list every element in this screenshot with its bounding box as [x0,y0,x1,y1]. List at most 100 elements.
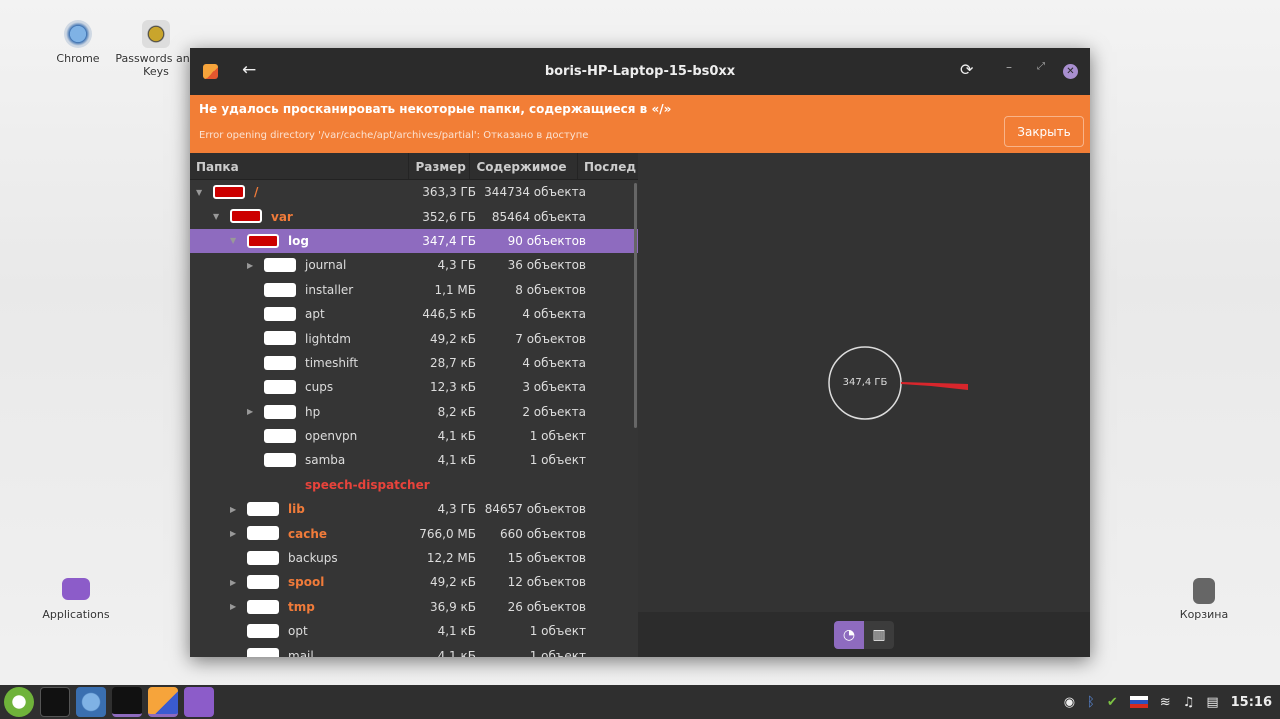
folder-size: 36,9 кБ [429,599,476,614]
folder-name: / [254,185,259,200]
folder-color-icon [264,404,296,419]
refresh-button[interactable]: ⟳ [960,60,973,79]
folder-color-icon [247,648,279,657]
desktop-icon-chrome[interactable]: Chrome [33,20,123,65]
menu-button[interactable] [4,687,34,717]
column-header-modified[interactable]: Послед [578,153,638,179]
expander-closed-icon[interactable]: ▶ [230,578,236,587]
scrollbar[interactable] [634,183,637,428]
ring-chart-view-button[interactable]: ◔ [834,621,864,649]
column-header-size[interactable]: Размер [409,153,471,179]
table-row[interactable]: ▼ / 363,3 ГБ 344734 объекта [190,180,638,204]
table-row[interactable]: ▶ tmp 36,9 кБ 26 объектов [190,595,638,619]
table-row[interactable]: opt 4,1 кБ 1 объект [190,619,638,643]
table-row[interactable]: ▶ spool 49,2 кБ 12 объектов [190,570,638,594]
keyboard-layout-flag-icon[interactable] [1129,696,1148,708]
table-row[interactable]: samba 4,1 кБ 1 объект [190,448,638,472]
error-detail: Error opening directory '/var/cache/apt/… [199,130,589,141]
folder-contents: 660 объектов [500,526,586,541]
folder-size: 12,3 кБ [429,380,476,395]
desktop-icon-passwords[interactable]: Passwords and Keys [111,20,201,78]
treemap-view-button[interactable]: ▥ [864,621,894,649]
security-shield-icon[interactable]: ✔ [1107,695,1118,710]
expander-closed-icon[interactable]: ▶ [230,529,236,538]
folder-name: log [288,233,309,248]
expander-open-icon[interactable]: ▼ [230,236,236,245]
folder-contents: 1 объект [529,453,586,468]
table-row[interactable]: ▶ hp 8,2 кБ 2 объекта [190,400,638,424]
column-headers: Папка Размер Содержимое Послед [190,153,638,180]
column-header-contents[interactable]: Содержимое [470,153,578,179]
close-window-button[interactable]: ✕ [1063,64,1078,79]
expander-open-icon[interactable]: ▼ [213,212,219,221]
folder-contents: 36 объектов [507,258,586,273]
chart-segment-log[interactable] [901,382,968,390]
folder-size: 352,6 ГБ [422,209,476,224]
system-monitor-launcher[interactable] [112,687,142,717]
disk-usage-launcher[interactable] [148,687,178,717]
back-button[interactable]: ← [242,60,256,80]
expander-closed-icon[interactable]: ▶ [230,505,236,514]
folder-size: 4,1 кБ [437,624,476,639]
chrome-launcher[interactable] [76,687,106,717]
wifi-icon[interactable]: ≋ [1160,695,1171,710]
clipboard-icon[interactable]: ▤ [1206,695,1218,710]
folder-size: 347,4 ГБ [422,233,476,248]
disk-usage-window: ← boris-HP-Laptop-15-bs0xx ⟳ – ⤢ ✕ Не уд… [190,48,1090,657]
table-row[interactable]: speech-dispatcher [190,473,638,497]
folder-color-icon [247,550,279,565]
terminal-launcher[interactable] [40,687,70,717]
expander-open-icon[interactable]: ▼ [196,188,202,197]
maximize-button[interactable]: ⤢ [1037,61,1045,72]
table-row[interactable]: openvpn 4,1 кБ 1 объект [190,424,638,448]
folder-name: lightdm [305,331,351,346]
expander-closed-icon[interactable]: ▶ [230,602,236,611]
folder-color-icon [213,185,245,199]
clock[interactable]: 15:16 [1231,695,1272,710]
folder-color-icon [247,526,279,541]
folder-size: 28,7 кБ [429,355,476,370]
table-row[interactable]: ▶ journal 4,3 ГБ 36 объектов [190,253,638,277]
table-row[interactable]: backups 12,2 МБ 15 объектов [190,546,638,570]
expander-closed-icon[interactable]: ▶ [247,407,253,416]
table-row[interactable]: lightdm 49,2 кБ 7 объектов [190,326,638,350]
folder-color-icon [264,306,296,321]
close-banner-button[interactable]: Закрыть [1004,116,1084,147]
folder-name: backups [288,551,338,566]
table-row[interactable]: ▼ log 347,4 ГБ 90 объектов [190,228,638,254]
folder-name: speech-dispatcher [305,477,430,492]
table-row[interactable]: installer 1,1 МБ 8 объектов [190,278,638,302]
steam-icon[interactable]: ◉ [1064,695,1075,710]
folder-name: tmp [288,599,315,614]
table-row[interactable]: ▼ var 352,6 ГБ 85464 объекта [190,204,638,228]
column-header-folder[interactable]: Папка [190,153,410,179]
minimize-button[interactable]: – [1006,60,1012,74]
table-row[interactable]: ▶ lib 4,3 ГБ 84657 объектов [190,497,638,521]
taskbar: ◉ ᛒ ✔ ≋ ♫ ▤ 15:16 [0,685,1280,719]
chart-pane: 347,4 ГБ ◔ ▥ [638,153,1090,657]
folder-contents: 90 объектов [507,233,586,248]
table-row[interactable]: cups 12,3 кБ 3 объекта [190,375,638,399]
table-row[interactable]: apt 446,5 кБ 4 объекта [190,302,638,326]
folder-color-icon [264,258,296,273]
desktop-icon-label: Корзина [1179,608,1229,621]
sound-icon[interactable]: ♫ [1183,695,1195,710]
folder-contents: 7 объектов [515,331,586,346]
expander-closed-icon[interactable]: ▶ [247,261,253,270]
folder-color-icon [264,428,296,443]
folder-contents: 3 объекта [522,380,586,395]
desktop-icon-trash[interactable]: Корзина [1159,578,1249,621]
table-row[interactable]: timeshift 28,7 кБ 4 объекта [190,351,638,375]
folder-color-icon [247,599,279,614]
table-row[interactable]: mail 4,1 кБ 1 объект [190,643,638,657]
error-heading: Не удалось просканировать некоторые папк… [199,102,672,116]
bluetooth-icon[interactable]: ᛒ [1087,695,1095,710]
folder-contents: 1 объект [529,648,586,657]
desktop-icon-label: Applications [42,608,110,621]
desktop-icon-applications[interactable]: Applications [31,578,121,621]
folder-name: samba [305,453,346,468]
files-launcher[interactable] [184,687,214,717]
table-row[interactable]: ▶ cache 766,0 МБ 660 объектов [190,521,638,545]
folder-size: 446,5 кБ [422,307,476,322]
folder-color-icon [247,624,279,639]
